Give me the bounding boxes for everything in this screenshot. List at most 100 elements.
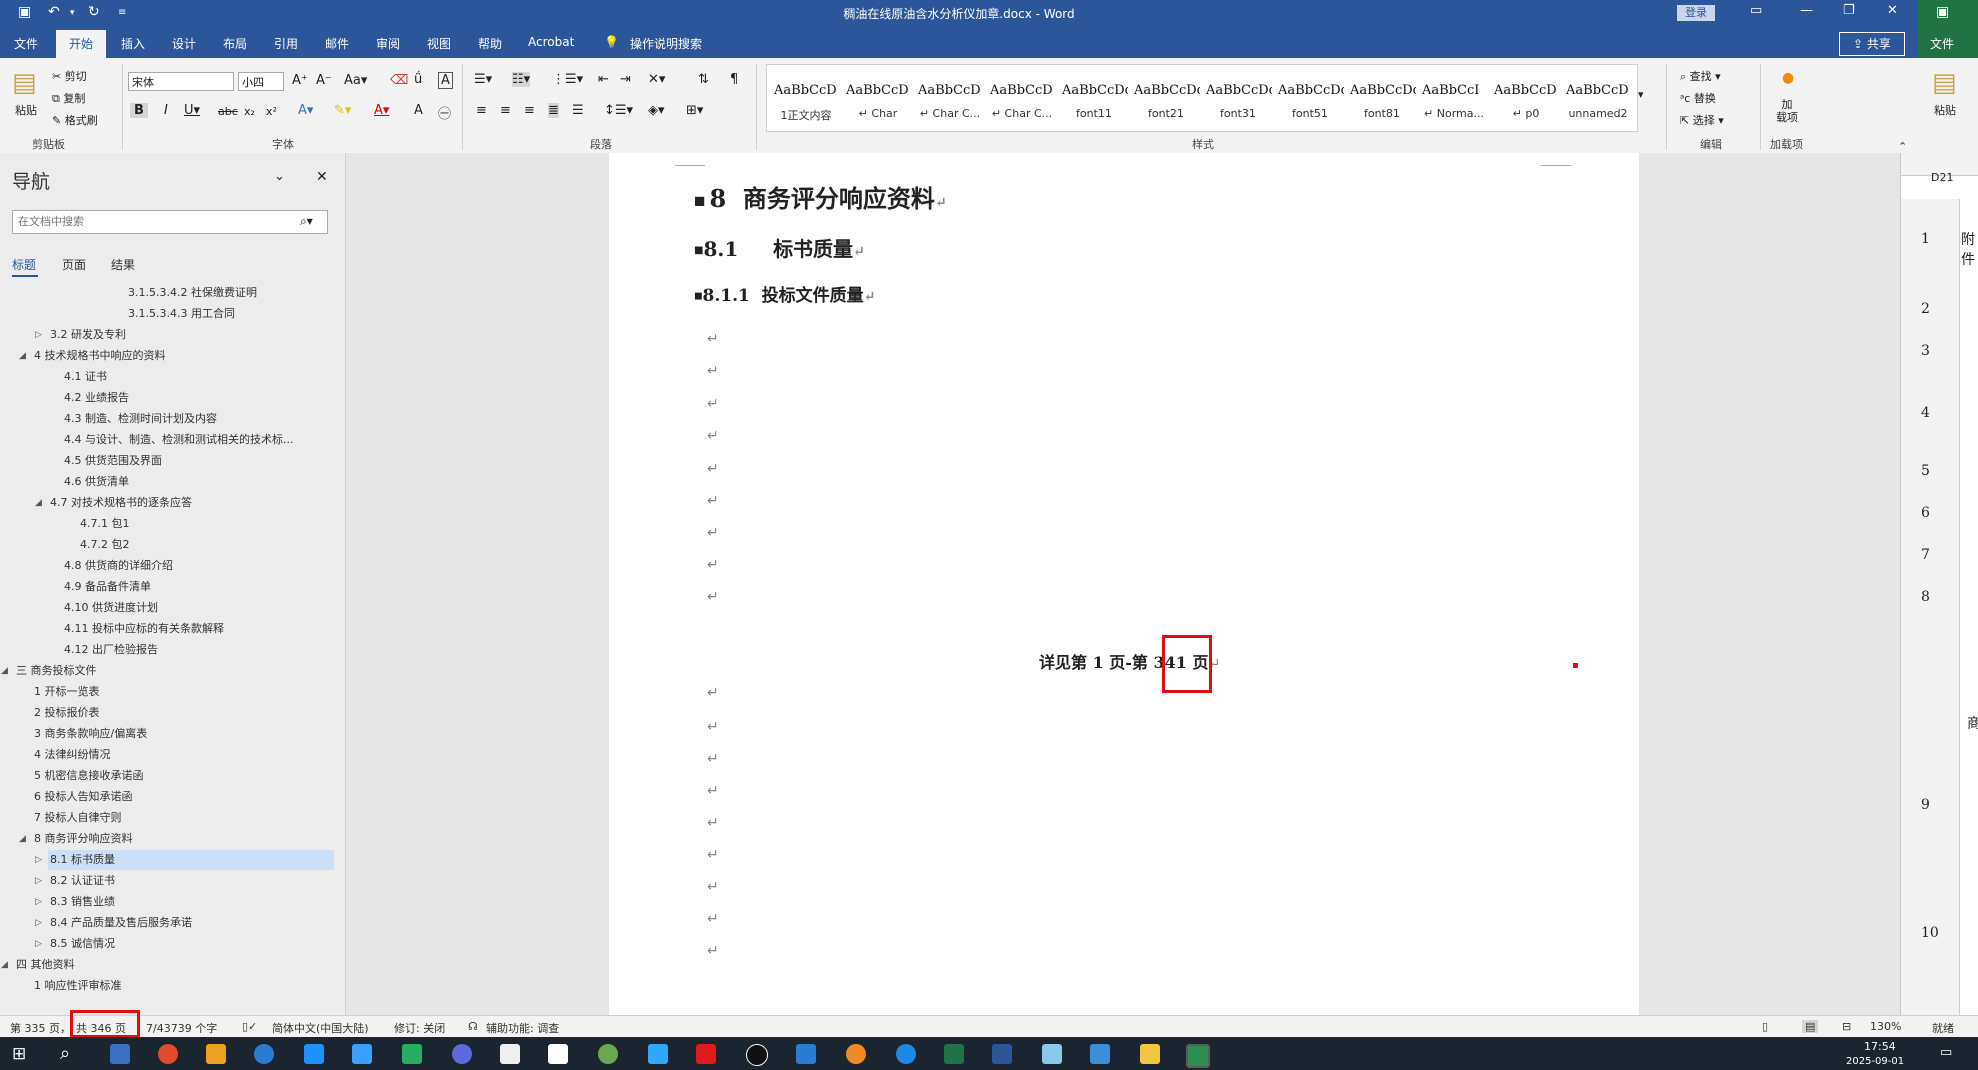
language-indicator[interactable]: 简体中文(中国大陆) <box>272 1020 369 1036</box>
excel-row-number[interactable]: 10 <box>1921 925 1939 941</box>
tab-insert[interactable]: 插入 <box>121 35 145 52</box>
read-mode-icon[interactable]: ▯ <box>1762 1020 1768 1033</box>
print-layout-icon[interactable]: ▤ <box>1802 1020 1819 1033</box>
addins-icon[interactable]: ● <box>1782 70 1794 86</box>
nav-options-icon[interactable]: ⌄ <box>274 169 285 184</box>
style-item[interactable]: AaBbCcD ↵ Char <box>843 77 913 129</box>
paste-icon[interactable]: ▤ <box>12 68 37 98</box>
word-count[interactable]: 7/43739 个字 <box>146 1020 217 1036</box>
nav-search-input[interactable]: 在文档中搜索 <box>12 210 328 234</box>
nav-tab-results[interactable]: 结果 <box>111 256 135 273</box>
phonetic-icon[interactable]: ǘ <box>414 72 422 87</box>
line-spacing-icon[interactable]: ↕☰▾ <box>604 103 633 118</box>
nav-heading-item[interactable]: 3 商务条款响应/偏离表 <box>0 724 345 744</box>
notification-icon[interactable]: ▭ <box>1940 1045 1952 1060</box>
nav-heading-item[interactable]: 4.10 供货进度计划 <box>0 598 345 618</box>
excel-row-number[interactable]: 4 <box>1921 405 1930 421</box>
nav-heading-item[interactable]: 1 开标一览表 <box>0 682 345 702</box>
photoshop-icon[interactable] <box>648 1044 668 1064</box>
style-item[interactable]: AaBbCcDdE font11 <box>1059 77 1129 129</box>
nav-heading-item[interactable]: ▷ 3.2 研发及专利 <box>0 325 345 345</box>
track-changes-status[interactable]: 修订: 关闭 <box>394 1020 445 1036</box>
windows-start-icon[interactable]: ⊞ <box>12 1044 26 1064</box>
shading-icon[interactable]: ◈▾ <box>648 103 665 118</box>
select-button[interactable]: ⇱ 选择 ▾ <box>1680 112 1724 128</box>
style-item[interactable]: AaBbCcD ↵ p0 <box>1491 77 1561 129</box>
increase-indent-icon[interactable]: ⇥ <box>620 72 631 87</box>
nav-heading-item[interactable]: 4.7.2 包2 <box>0 535 345 555</box>
acrobat-icon[interactable] <box>696 1044 716 1064</box>
excel-row-number[interactable]: 1 <box>1921 231 1930 247</box>
superscript-icon[interactable]: x² <box>266 105 277 118</box>
borders-icon[interactable]: ⊞▾ <box>686 103 703 118</box>
share-button[interactable]: ⇪ 共享 <box>1839 32 1905 56</box>
word-icon[interactable] <box>992 1044 1012 1064</box>
excel-paste-label[interactable]: 粘贴 <box>1934 102 1956 118</box>
expand-arrow-icon[interactable]: ▷ <box>35 913 42 933</box>
zoom-level[interactable]: 130% <box>1870 1020 1901 1033</box>
excel-row-number[interactable]: 9 <box>1921 797 1930 813</box>
nav-heading-item[interactable]: ◢ 8 商务评分响应资料 <box>0 829 345 849</box>
chinese-layout-icon[interactable]: ✕▾ <box>648 72 665 87</box>
collapse-arrow-icon[interactable]: ◢ <box>19 346 26 366</box>
nav-heading-item[interactable]: 4.7.1 包1 <box>0 514 345 534</box>
enclose-char-icon[interactable]: ㊀ <box>438 103 451 122</box>
style-item[interactable]: AaBbCcD 1正文内容 <box>771 77 841 129</box>
tab-view[interactable]: 视图 <box>427 35 451 52</box>
web-layout-icon[interactable]: ⊟ <box>1842 1020 1851 1033</box>
store-app-icon[interactable] <box>1090 1044 1110 1064</box>
style-item[interactable]: AaBbCcD unnamed2 <box>1563 77 1633 129</box>
collapse-ribbon-icon[interactable]: ⌃ <box>1898 140 1907 153</box>
nav-heading-item[interactable]: 2 投标报价表 <box>0 703 345 723</box>
taskbar-search-icon[interactable]: ⌕ <box>60 1043 70 1064</box>
cut-button[interactable]: ✂ 剪切 <box>52 68 87 84</box>
orange-app-icon[interactable] <box>846 1044 866 1064</box>
qq-icon[interactable] <box>746 1044 768 1066</box>
nav-heading-item[interactable]: ▷ 8.1 标书质量 <box>0 850 345 870</box>
font-color-icon[interactable]: A▾ <box>374 103 389 118</box>
excel-row-number[interactable]: 3 <box>1921 343 1930 359</box>
addins-button[interactable]: 加 载项 <box>1776 98 1798 124</box>
excel-row-number[interactable]: 6 <box>1921 505 1930 521</box>
style-item[interactable]: AaBbCcD ↵ Char C... <box>915 77 985 129</box>
shrink-font-icon[interactable]: A⁻ <box>316 73 332 88</box>
nav-heading-item[interactable]: 4.8 供货商的详细介绍 <box>0 556 345 576</box>
nav-tab-pages[interactable]: 页面 <box>62 256 86 273</box>
wechat-app-icon[interactable] <box>402 1044 422 1064</box>
nav-heading-item[interactable]: ◢ 4.7 对技术规格书的逐条应答 <box>0 493 345 513</box>
excel-tab-file[interactable]: 文件 <box>1930 35 1954 52</box>
style-item[interactable]: AaBbCcDdEe font51 <box>1275 77 1345 129</box>
tab-review[interactable]: 审阅 <box>376 35 400 52</box>
font-name-combo[interactable]: 宋体 <box>128 72 234 91</box>
nav-heading-item[interactable]: 7 投标人自律守则 <box>0 808 345 828</box>
expand-arrow-icon[interactable]: ▷ <box>35 850 42 870</box>
excel-row-number[interactable]: 8 <box>1921 589 1930 605</box>
nav-tab-headings[interactable]: 标题 <box>12 256 36 273</box>
photo-app-icon[interactable] <box>206 1044 226 1064</box>
show-marks-icon[interactable]: ¶ <box>730 72 738 87</box>
nav-heading-item[interactable]: 1 响应性评审标准 <box>0 976 345 996</box>
vs-app-icon[interactable] <box>452 1044 472 1064</box>
collapse-arrow-icon[interactable]: ◢ <box>19 829 26 849</box>
format-painter-button[interactable]: ✎ 格式刷 <box>52 112 98 128</box>
nav-heading-item[interactable]: ◢ 三 商务投标文件 <box>0 661 345 681</box>
italic-icon[interactable]: I <box>164 103 168 118</box>
excel-row-number[interactable]: 2 <box>1921 301 1930 317</box>
calculator-icon[interactable] <box>110 1044 130 1064</box>
align-left-icon[interactable]: ≡ <box>476 103 487 118</box>
subscript-icon[interactable]: x₂ <box>244 105 255 118</box>
excel-icon[interactable] <box>944 1044 964 1064</box>
cloud-app-icon[interactable] <box>796 1044 816 1064</box>
font-size-combo[interactable]: 小四 <box>238 72 284 91</box>
tab-mailings[interactable]: 邮件 <box>325 35 349 52</box>
bold-icon[interactable]: B <box>130 103 148 118</box>
proofing-icon[interactable]: ▯✓ <box>242 1020 257 1033</box>
document-page[interactable]: ■ 8 商务评分响应资料↵ ■8.1 标书质量↵ ■8.1.1 投标文件质量↵ … <box>609 153 1639 1015</box>
clock-date[interactable]: 2025-09-01 <box>1846 1056 1904 1067</box>
accessibility-icon[interactable]: ☊ <box>468 1020 478 1033</box>
nav-heading-item[interactable]: 4.1 证书 <box>0 367 345 387</box>
excel-row-number[interactable]: 5 <box>1921 463 1930 479</box>
justify-icon[interactable]: ≣ <box>548 103 559 118</box>
nav-heading-item[interactable]: ◢ 四 其他资料 <box>0 955 345 975</box>
tab-home[interactable]: 开始 <box>56 30 106 58</box>
